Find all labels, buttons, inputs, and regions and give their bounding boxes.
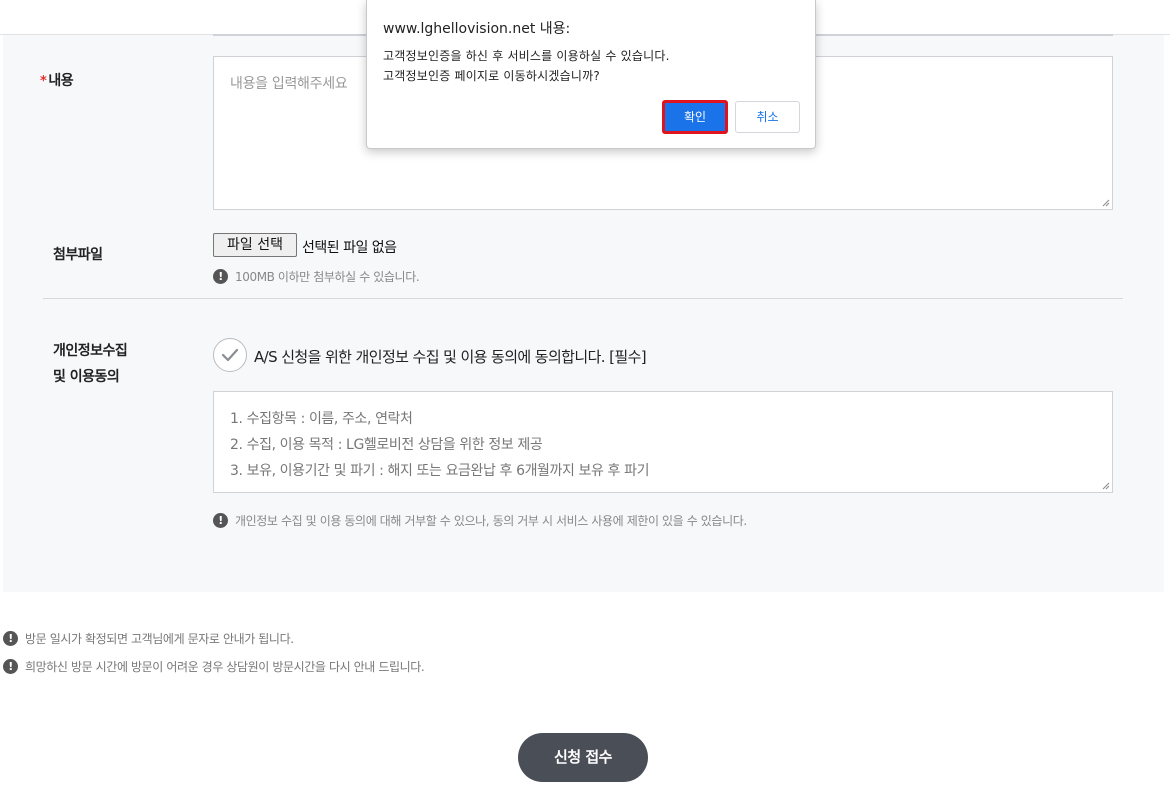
alert-dialog: www.lghellovision.net 내용: 고객정보인증을 하신 후 서… bbox=[366, 0, 816, 149]
resize-handle-icon[interactable] bbox=[1102, 199, 1110, 207]
visit-notice: ! 희망하신 방문 시간에 방문이 어려운 경우 상담원이 방문시간을 다시 안… bbox=[3, 658, 425, 675]
agree-label[interactable]: A/S 신청을 위한 개인정보 수집 및 이용 동의에 동의합니다. [필수] bbox=[254, 346, 647, 367]
ok-button-highlight: 확인 bbox=[662, 100, 728, 134]
file-size-notice: ! 100MB 이하만 첨부하실 수 있습니다. bbox=[213, 268, 420, 285]
required-mark: * bbox=[40, 74, 47, 89]
terms-box[interactable]: 1. 수집항목 : 이름, 주소, 연락처 2. 수집, 이용 목적 : LG헬… bbox=[213, 391, 1113, 493]
content-placeholder: 내용을 입력해주세요 bbox=[230, 76, 348, 92]
ok-button[interactable]: 확인 bbox=[665, 103, 725, 131]
dialog-message: 고객정보인증 페이지로 이동하시겠습니까? bbox=[383, 69, 600, 83]
file-select-button[interactable]: 파일 선택 bbox=[213, 233, 297, 257]
privacy-notice: ! 개인정보 수집 및 이용 동의에 대해 거부할 수 있으나, 동의 거부 시… bbox=[213, 512, 747, 529]
submit-button[interactable]: 신청 접수 bbox=[518, 733, 648, 782]
exclamation-circle-icon: ! bbox=[213, 269, 228, 284]
dialog-message: 고객정보인증을 하신 후 서비스를 이용하실 수 있습니다. bbox=[383, 49, 670, 63]
resize-handle-icon[interactable] bbox=[1102, 482, 1110, 490]
section-divider bbox=[43, 298, 1123, 299]
exclamation-circle-icon: ! bbox=[3, 631, 18, 646]
exclamation-circle-icon: ! bbox=[213, 513, 228, 528]
agree-checkbox[interactable] bbox=[213, 338, 247, 372]
dialog-title: www.lghellovision.net 내용: bbox=[383, 21, 571, 37]
exclamation-circle-icon: ! bbox=[3, 659, 18, 674]
checkmark-icon bbox=[221, 348, 239, 362]
privacy-label: 개인정보수집 및 이용동의 bbox=[53, 343, 128, 385]
cancel-button[interactable]: 취소 bbox=[735, 101, 800, 133]
visit-notice: ! 방문 일시가 확정되면 고객님에게 문자로 안내가 됩니다. bbox=[3, 630, 294, 647]
file-status: 선택된 파일 없음 bbox=[302, 240, 397, 256]
terms-line: 1. 수집항목 : 이름, 주소, 연락처 bbox=[230, 411, 413, 427]
attachment-label: 첨부파일 bbox=[53, 247, 103, 263]
terms-line: 2. 수집, 이용 목적 : LG헬로비전 상담을 위한 정보 제공 bbox=[230, 437, 543, 453]
content-label: * 내용 bbox=[40, 73, 74, 89]
terms-line: 3. 보유, 이용기간 및 파기 : 해지 또는 요금완납 후 6개월까지 보유… bbox=[230, 463, 650, 479]
